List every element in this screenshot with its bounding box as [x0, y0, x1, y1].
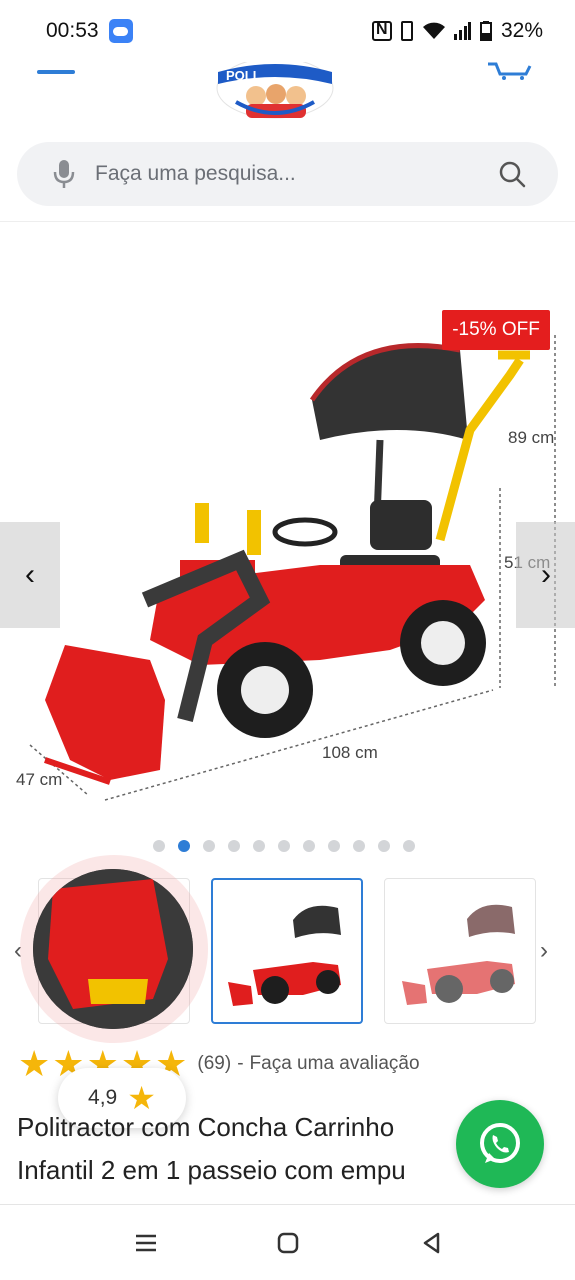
pagination-dot[interactable] [228, 840, 240, 852]
pagination-dot[interactable] [178, 840, 190, 852]
thumbnail-next-icon[interactable]: › [540, 937, 548, 965]
site-header: POLI [0, 62, 575, 222]
thumbnail-3[interactable] [384, 878, 536, 1024]
pagination-dot[interactable] [378, 840, 390, 852]
thumbnail-2[interactable] [211, 878, 363, 1024]
pagination-dot[interactable] [278, 840, 290, 852]
search-input[interactable] [95, 142, 475, 206]
status-bar: 00:53 32% [0, 0, 575, 62]
wifi-icon [422, 22, 445, 40]
image-next-button[interactable]: › [516, 522, 575, 628]
brand-logo[interactable]: POLI [216, 62, 334, 120]
zoom-preview [33, 869, 193, 1029]
dim-length: 108 cm [322, 743, 378, 762]
microphone-icon[interactable] [52, 159, 76, 189]
pagination-dot[interactable] [353, 840, 365, 852]
search-bar [17, 142, 558, 206]
menu-icon[interactable] [37, 70, 75, 74]
weather-icon [108, 19, 133, 43]
product-page: 00:53 32% POLI [0, 0, 575, 1280]
rating-separator: - [237, 1053, 244, 1074]
cart-icon[interactable] [486, 62, 532, 80]
home-icon[interactable] [274, 1229, 302, 1257]
pagination-dot[interactable] [303, 840, 315, 852]
pagination-dot[interactable] [253, 840, 265, 852]
pagination-dot[interactable] [203, 840, 215, 852]
whatsapp-button[interactable] [456, 1100, 544, 1188]
rating-count: (69) [197, 1053, 232, 1074]
image-pagination [153, 840, 415, 852]
image-prev-button[interactable]: ‹ [0, 522, 60, 628]
search-icon[interactable] [498, 160, 526, 188]
discount-badge: -15% OFF [442, 310, 550, 350]
clock: 00:53 [46, 19, 99, 42]
system-nav-bar [0, 1204, 575, 1280]
star-icon: ★ [18, 1043, 51, 1084]
recent-apps-icon[interactable] [132, 1229, 160, 1257]
chevron-left-icon: ‹ [25, 558, 35, 591]
chevron-right-icon: › [541, 558, 551, 591]
nfc-icon [371, 21, 392, 41]
battery-percent: 32% [500, 19, 543, 42]
battery-icon [479, 21, 492, 41]
dim-height-total: 89 cm [508, 428, 554, 447]
tractor-illustration [44, 343, 530, 785]
pagination-dot[interactable] [328, 840, 340, 852]
whatsapp-icon [480, 1123, 520, 1163]
logo-text: POLI [226, 68, 256, 83]
dim-width: 47 cm [16, 770, 62, 789]
vibrate-icon [400, 21, 413, 41]
status-right: 32% [371, 19, 543, 43]
back-icon[interactable] [418, 1229, 446, 1257]
write-review-link[interactable]: Faça uma avaliação [250, 1053, 420, 1075]
status-left: 00:53 [46, 19, 133, 43]
signal-icon [453, 22, 471, 40]
pagination-dot[interactable] [403, 840, 415, 852]
pagination-dot[interactable] [153, 840, 165, 852]
